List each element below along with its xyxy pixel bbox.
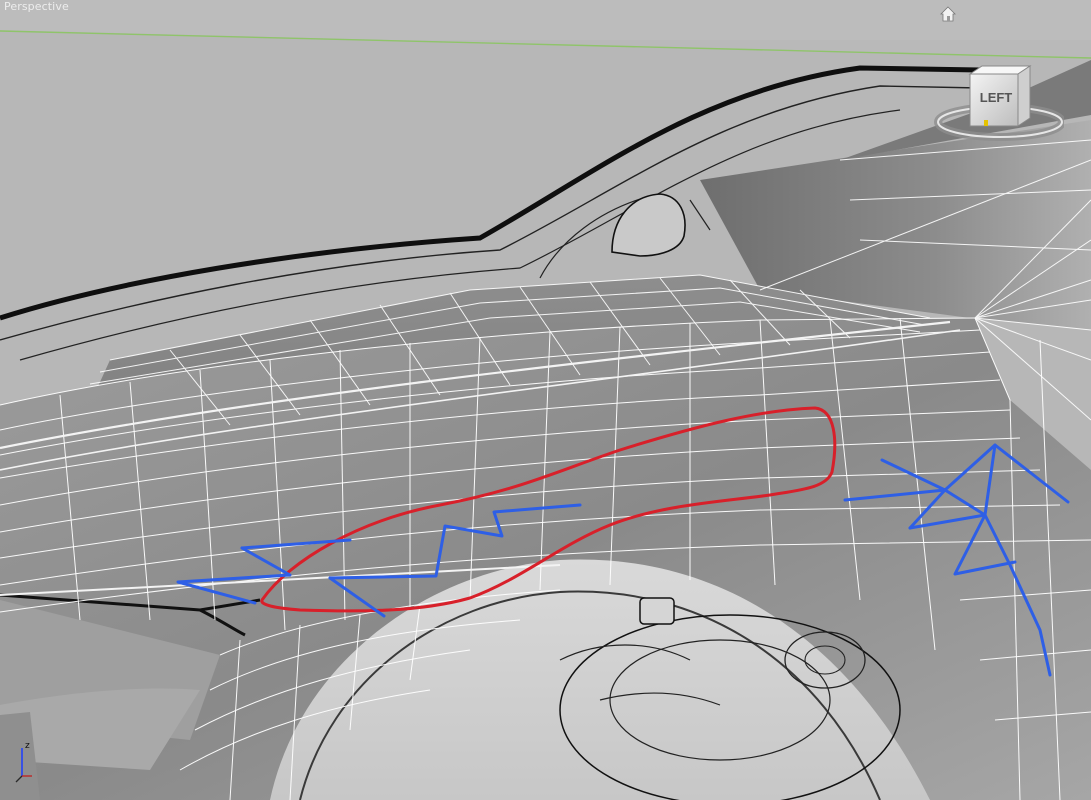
viewcube-icon[interactable]: LEFT [934,58,1066,144]
viewcube-face-label: LEFT [980,90,1013,105]
car-fender-wireframe [0,0,1091,800]
perspective-viewport[interactable]: Perspective LEFT z [0,0,1091,800]
viewport-label[interactable]: Perspective [4,0,69,13]
home-icon[interactable] [940,6,956,22]
axis-z-label: z [25,741,30,751]
axis-tripod-icon: z [12,738,40,784]
